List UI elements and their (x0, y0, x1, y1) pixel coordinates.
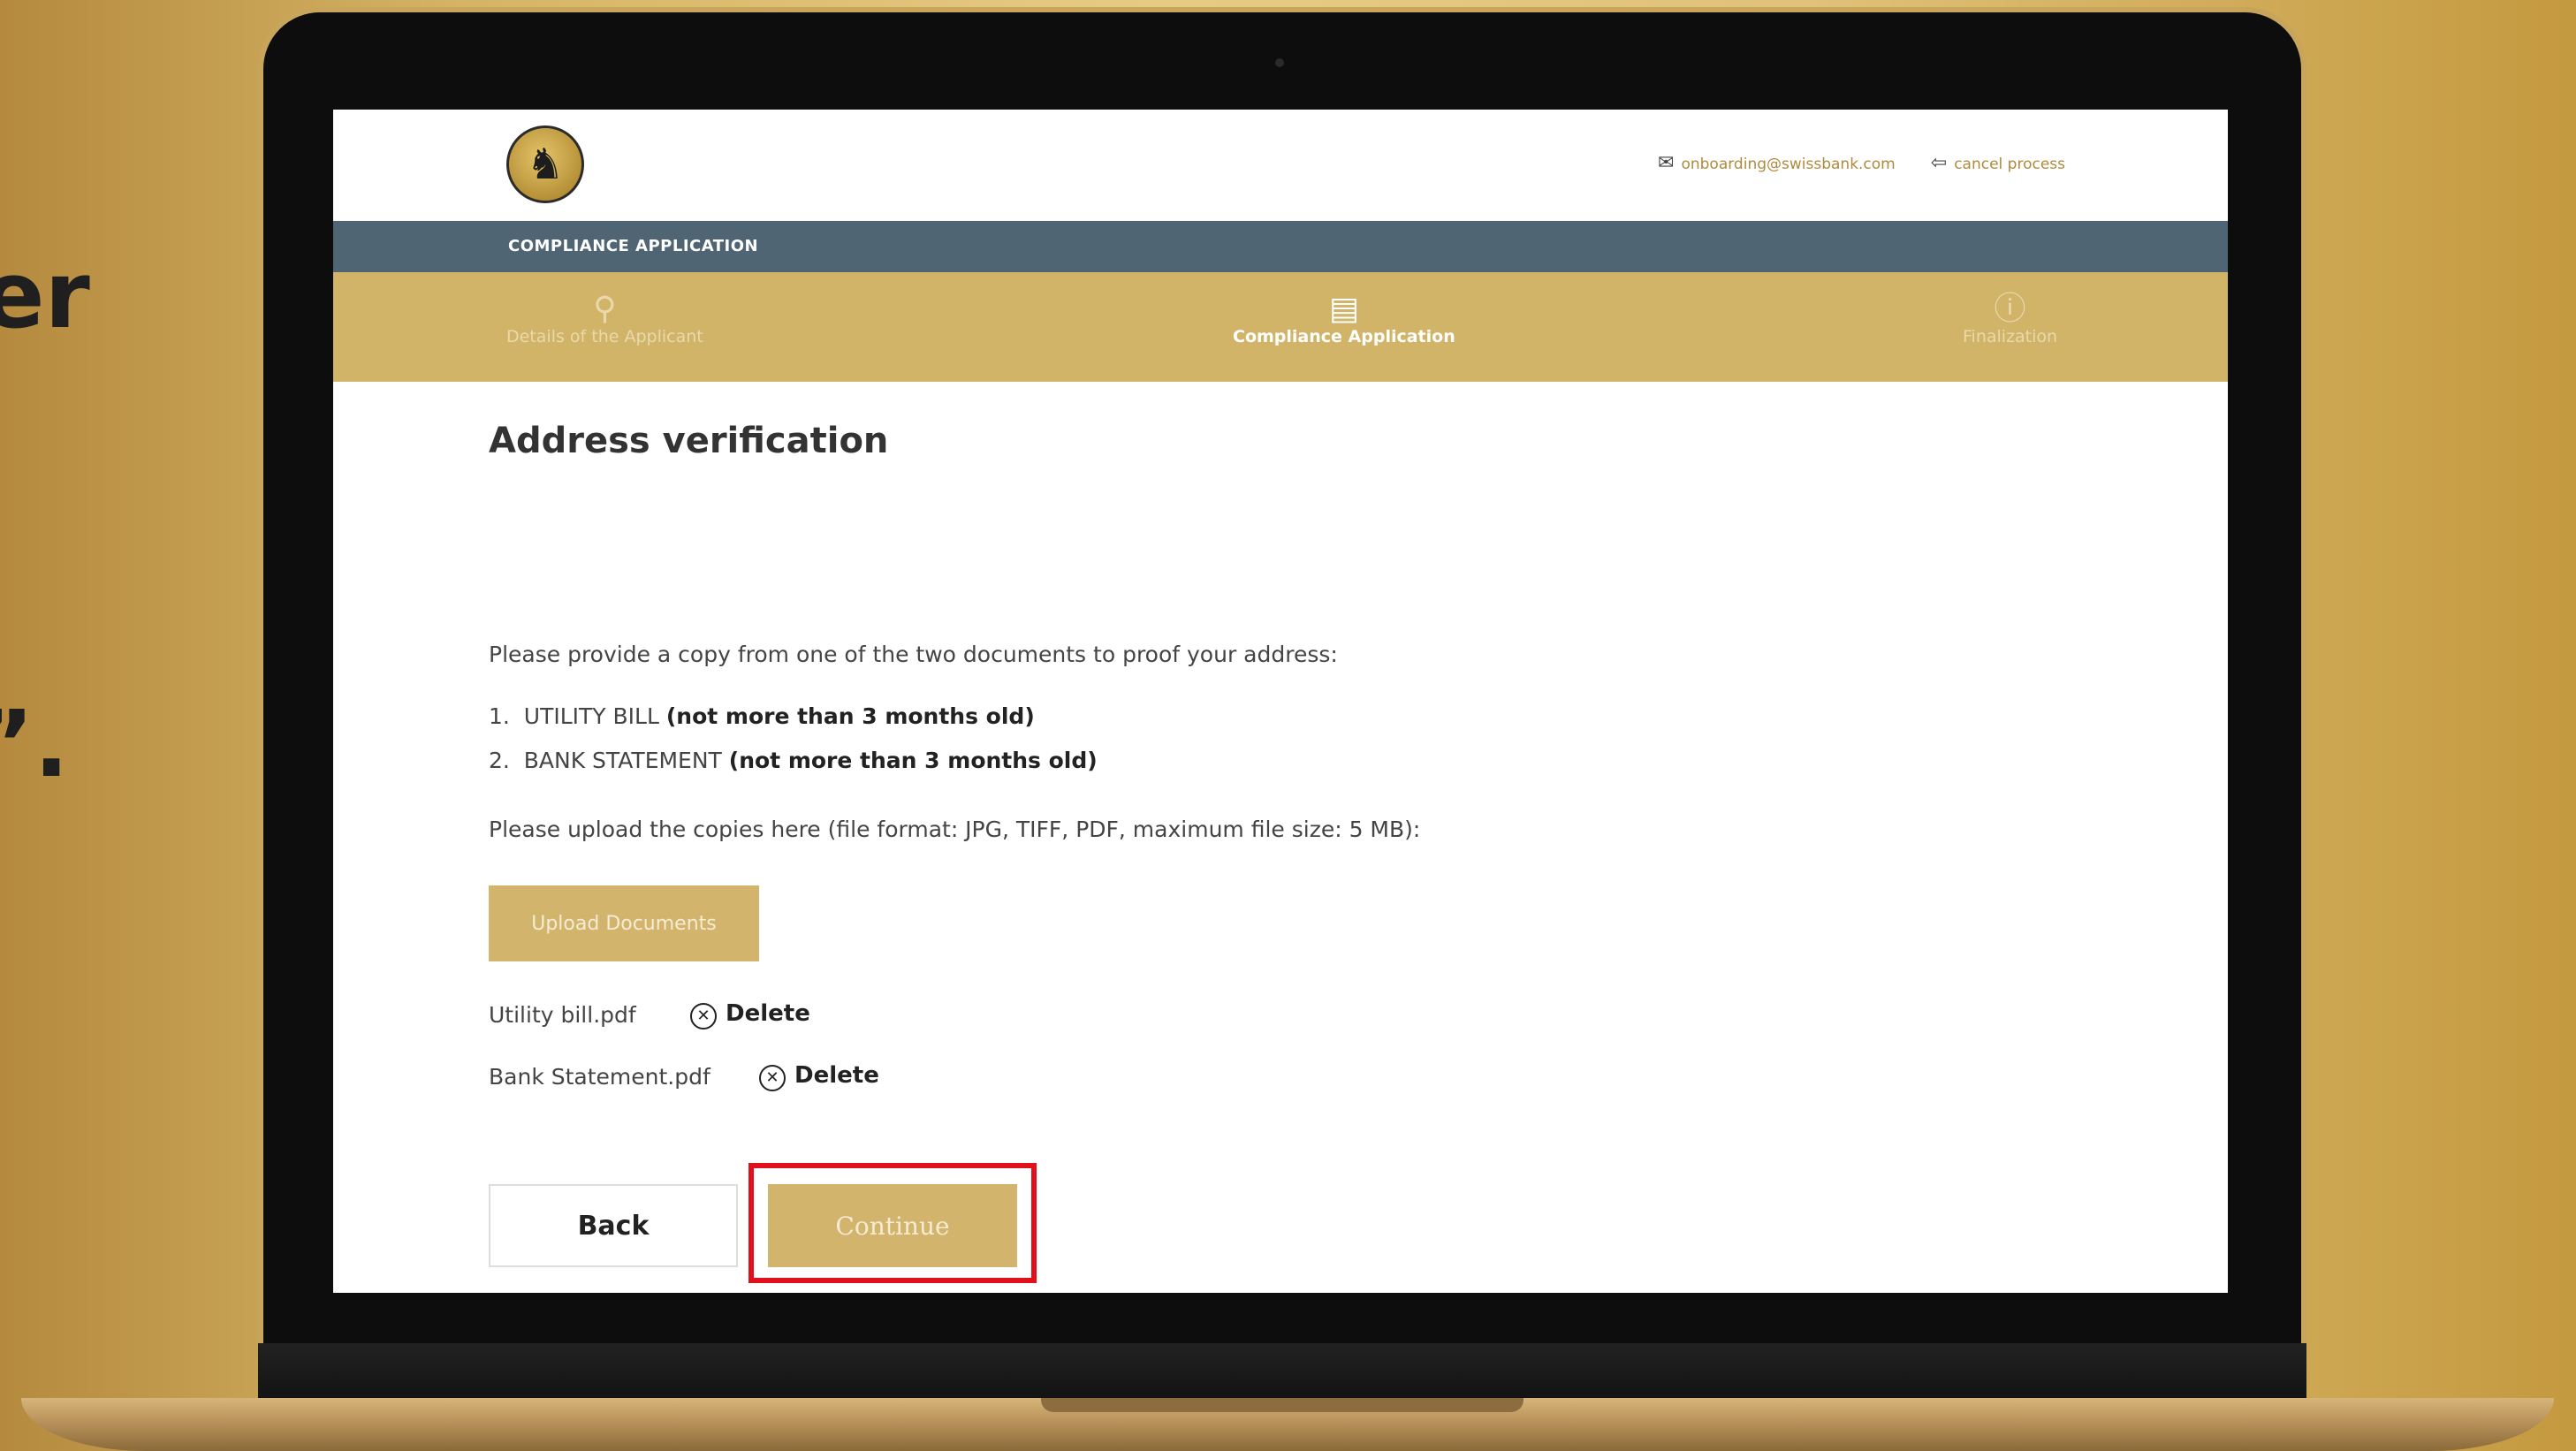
section-bar: COMPLIANCE APPLICATION (333, 221, 2228, 272)
continue-button[interactable]: Continue (768, 1184, 1017, 1267)
document-icon: ▤ (1328, 291, 1359, 327)
progress-steps: ⚲ Details of the Applicant ▤ Compliance … (333, 272, 2228, 382)
delete-bank-button[interactable]: ✕ Delete (759, 1062, 879, 1091)
info-icon: ⓘ (1994, 291, 2026, 327)
user-icon: ⚲ (593, 291, 617, 327)
close-icon: ✕ (759, 1065, 786, 1091)
upload-documents-button[interactable]: Upload Documents (489, 885, 759, 961)
background-text-fragment-2: ”. (0, 690, 69, 798)
browser-screen: ♞ ✉ onboarding@swissbank.com ⇦ cancel proc… (333, 110, 2228, 1293)
back-button[interactable]: Back (489, 1184, 738, 1267)
file-name-utility: Utility bill.pdf (489, 1002, 636, 1028)
email-link[interactable]: ✉ onboarding@swissbank.com (1658, 152, 1896, 174)
step-details[interactable]: ⚲ Details of the Applicant (506, 291, 703, 347)
section-title: COMPLIANCE APPLICATION (508, 237, 759, 255)
close-icon: ✕ (690, 1003, 717, 1029)
delete-utility-button[interactable]: ✕ Delete (690, 1000, 810, 1029)
document-item-1: 1. UTILITY BILL (not more than 3 months … (489, 703, 1035, 729)
intro-text: Please provide a copy from one of the tw… (489, 642, 1338, 667)
header-links: ✉ onboarding@swissbank.com ⇦ cancel proces… (1658, 152, 2065, 174)
upload-hint: Please upload the copies here (file form… (489, 817, 1421, 842)
step-finalization[interactable]: ⓘ Finalization (1963, 291, 2057, 347)
file-name-bank: Bank Statement.pdf (489, 1064, 710, 1090)
top-bar: ♞ ✉ onboarding@swissbank.com ⇦ cancel proc… (333, 110, 2228, 221)
mail-icon: ✉ (1658, 152, 1675, 174)
logout-icon: ⇦ (1930, 152, 1948, 174)
laptop-notch (1041, 1398, 1524, 1412)
step-compliance[interactable]: ▤ Compliance Application (1233, 291, 1455, 347)
laptop-bottom-bezel (258, 1343, 2306, 1405)
bank-logo[interactable]: ♞ (506, 125, 584, 203)
document-item-2: 2. BANK STATEMENT (not more than 3 month… (489, 748, 1098, 773)
cancel-process-link[interactable]: ⇦ cancel process (1931, 152, 2065, 174)
page-title: Address verification (489, 421, 889, 461)
camera-icon (1275, 58, 1284, 67)
background-text-fragment-1: er (0, 241, 90, 349)
